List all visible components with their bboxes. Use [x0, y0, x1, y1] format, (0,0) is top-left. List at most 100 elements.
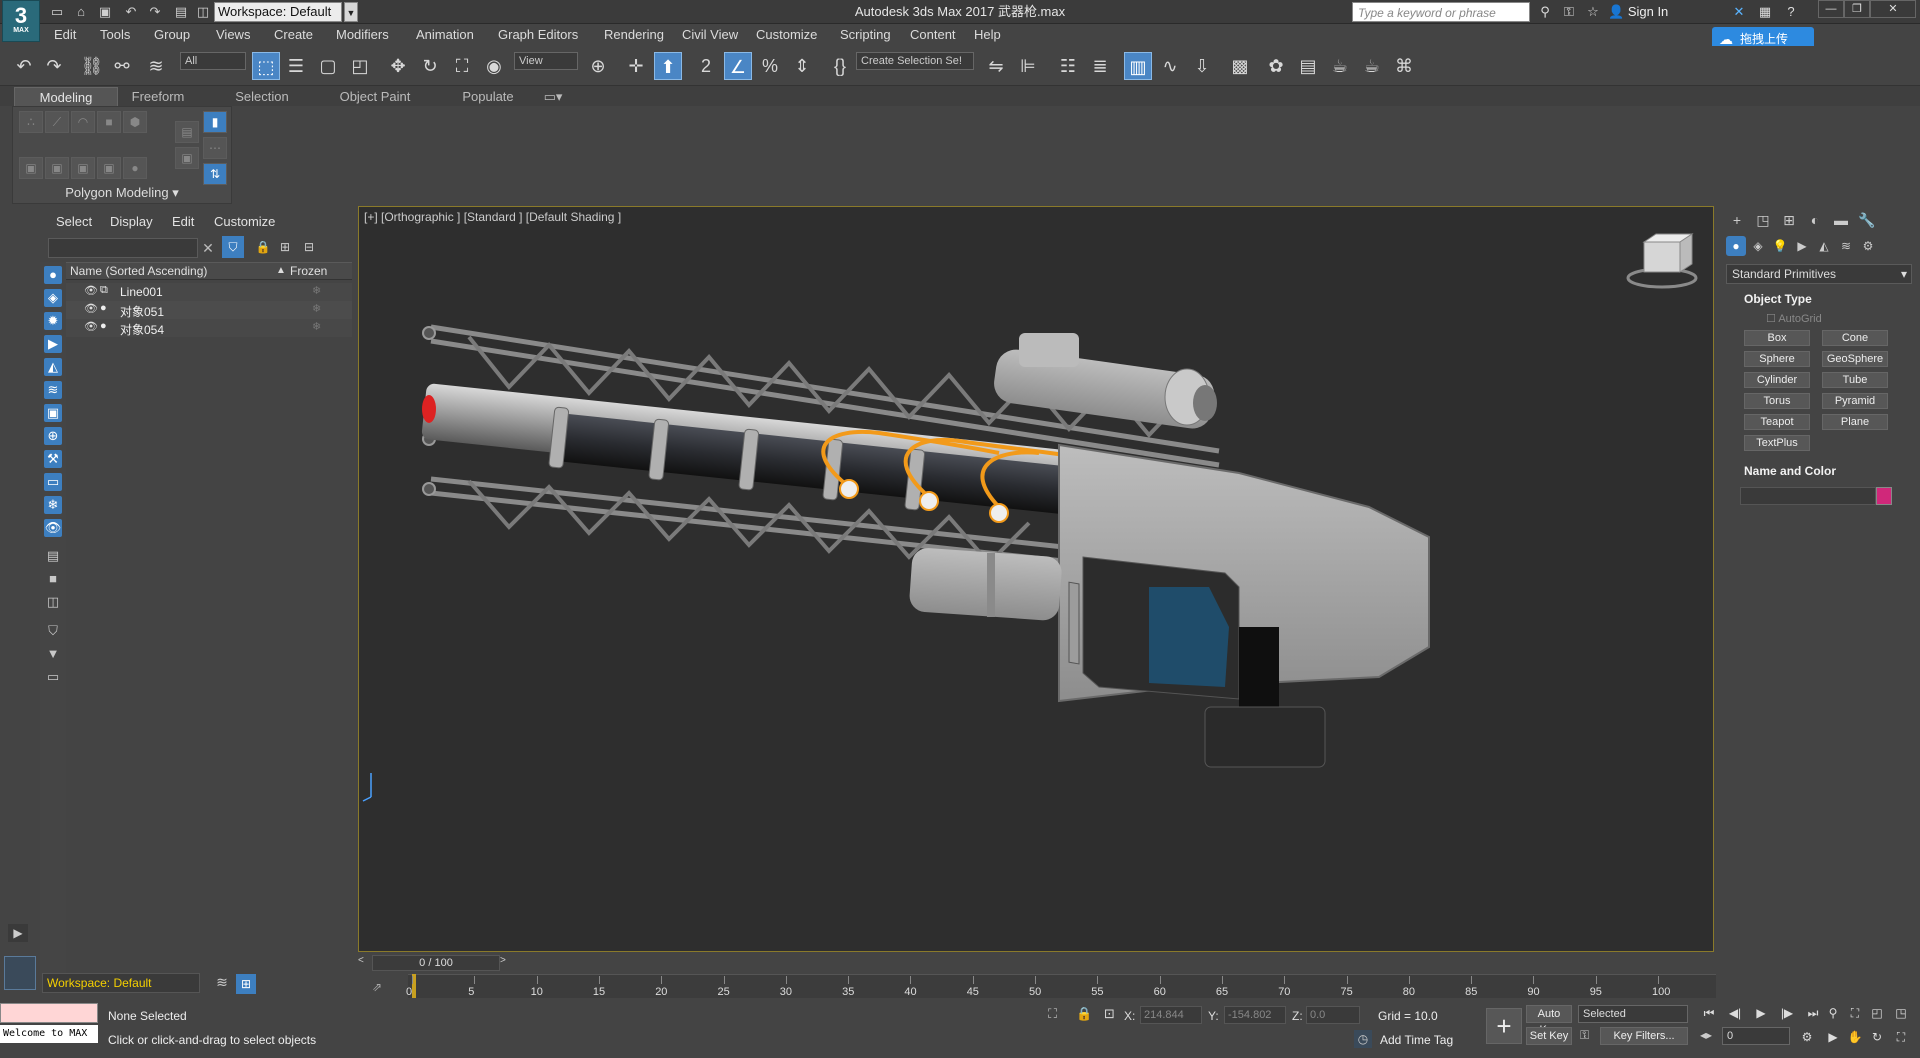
utilities-tab-icon[interactable]: 🔧: [1856, 210, 1878, 230]
chevron-down-icon[interactable]: ▼: [344, 2, 358, 22]
pin-stack-icon[interactable]: ▤: [175, 121, 199, 143]
binoculars-icon[interactable]: ⚲: [1536, 3, 1554, 21]
geosphere-button[interactable]: GeoSphere: [1822, 351, 1888, 367]
menu-group[interactable]: Group: [154, 27, 190, 42]
expand-arrow-icon[interactable]: ▶: [8, 924, 28, 942]
edit-poly-mode-icon[interactable]: ▮: [203, 111, 227, 133]
play-icon[interactable]: ▶: [1752, 1004, 1770, 1022]
ribbon-panel-label[interactable]: Polygon Modeling ▾: [12, 183, 232, 203]
redo-icon[interactable]: ↷: [146, 3, 164, 21]
display-tab-icon[interactable]: ▬: [1830, 210, 1852, 230]
named-selection-dropdown[interactable]: Create Selection Se!: [856, 52, 974, 70]
prev-frame-arrow-icon[interactable]: <: [358, 955, 370, 971]
time-tag-icon[interactable]: ◷: [1354, 1030, 1372, 1048]
motion-tab-icon[interactable]: ◐: [1804, 210, 1826, 230]
hierarchy-sort-icon[interactable]: ⊞: [236, 974, 256, 994]
modify-sel-icon-3[interactable]: ▣: [71, 157, 95, 179]
funnel-icon[interactable]: ▼: [44, 645, 62, 663]
auto-key-button[interactable]: Auto Key: [1526, 1005, 1572, 1036]
next-frame-arrow-icon[interactable]: >: [500, 955, 512, 971]
rotate-icon[interactable]: ↻: [416, 52, 444, 80]
current-frame-input[interactable]: 0: [1722, 1027, 1790, 1045]
modify-sel-icon-4[interactable]: ▣: [97, 157, 121, 179]
render-iterative-icon[interactable]: ☕: [1358, 52, 1386, 80]
close-button[interactable]: ✕: [1870, 0, 1916, 18]
hierarchy-collapse-icon[interactable]: ⊟: [298, 236, 320, 258]
rendered-frame-icon[interactable]: ▤: [1294, 52, 1322, 80]
ref-coord-dropdown[interactable]: View: [514, 52, 578, 70]
pyramid-button[interactable]: Pyramid: [1822, 393, 1888, 409]
isolate-icon[interactable]: ⛶: [1048, 1006, 1057, 1022]
sign-in-button[interactable]: 👤 Sign In: [1608, 3, 1688, 21]
select-object-icon[interactable]: ⬚: [252, 52, 280, 80]
zoom-extents-icon[interactable]: ◰: [1868, 1004, 1886, 1022]
layers-icon[interactable]: ≋: [212, 974, 232, 994]
pivot-center-icon[interactable]: ⊕: [584, 52, 612, 80]
tab-modeling[interactable]: Modeling: [14, 87, 118, 106]
menu-tools[interactable]: Tools: [100, 27, 130, 42]
curve-editor-mini-icon[interactable]: ⇗: [372, 980, 392, 994]
vertex-icon[interactable]: ∴: [19, 111, 43, 133]
object-name-input[interactable]: [1740, 487, 1876, 505]
field-of-view-icon[interactable]: ▶: [1824, 1028, 1842, 1046]
se-menu-customize[interactable]: Customize: [214, 214, 275, 229]
window-crossing-icon[interactable]: ◰: [346, 52, 374, 80]
modify-tab-icon[interactable]: ◳: [1752, 210, 1774, 230]
geometry-filter-icon[interactable]: ●: [44, 266, 62, 284]
tab-populate[interactable]: Populate: [448, 87, 528, 106]
pan-view-icon[interactable]: ✋: [1846, 1028, 1864, 1046]
lock-icon[interactable]: 🔒: [252, 236, 274, 258]
scene-search-input[interactable]: [48, 238, 198, 258]
spacewarps-icon[interactable]: ≋: [1836, 236, 1856, 256]
cylinder-button[interactable]: Cylinder: [1744, 372, 1810, 388]
show-end-result-icon[interactable]: ▣: [175, 147, 199, 169]
undo-icon[interactable]: ↶: [10, 52, 38, 80]
save-file-icon[interactable]: ▣: [96, 3, 114, 21]
help-icon[interactable]: ?: [1782, 3, 1800, 21]
spacewarp-filter-icon[interactable]: ≋: [44, 381, 62, 399]
tube-button[interactable]: Tube: [1822, 372, 1888, 388]
helpers-icon[interactable]: ◭: [1814, 236, 1834, 256]
menu-views[interactable]: Views: [216, 27, 250, 42]
selection-filter-dropdown[interactable]: All: [180, 52, 246, 70]
scale-icon[interactable]: ⛶: [448, 52, 476, 80]
viewcube[interactable]: [1624, 232, 1700, 292]
modify-sel-icon-5[interactable]: ●: [123, 157, 147, 179]
close-icon[interactable]: ✕: [198, 238, 218, 258]
angle-snap-icon[interactable]: ∠: [724, 52, 752, 80]
camera-filter-icon[interactable]: ▶: [44, 335, 62, 353]
create-tab-icon[interactable]: +: [1726, 210, 1748, 230]
placement-icon[interactable]: ◉: [480, 52, 508, 80]
undo-icon[interactable]: ↶: [122, 3, 140, 21]
zoom-all-icon[interactable]: ⛶: [1846, 1004, 1864, 1022]
toggle-command-mode-icon[interactable]: ⇅: [203, 163, 227, 185]
light-filter-icon[interactable]: ✹: [44, 312, 62, 330]
menu-animation[interactable]: Animation: [416, 27, 474, 42]
menu-create[interactable]: Create: [274, 27, 313, 42]
open-file-icon[interactable]: ⌂: [72, 3, 90, 21]
workspace-dropdown-bottom[interactable]: Workspace: Default: [42, 973, 200, 993]
align-icon[interactable]: ⊫: [1014, 52, 1042, 80]
se-menu-select[interactable]: Select: [56, 214, 92, 229]
x-coordinate-input[interactable]: 214.844: [1140, 1006, 1202, 1024]
search-input[interactable]: Type a keyword or phrase: [1352, 2, 1530, 22]
cart-icon[interactable]: ▦: [1756, 3, 1774, 21]
minimize-button[interactable]: —: [1818, 0, 1844, 18]
column-name[interactable]: Name (Sorted Ascending): [70, 262, 207, 280]
ribbon-options-icon[interactable]: ▭▾: [540, 87, 566, 106]
filter-icon[interactable]: ⛉: [222, 236, 244, 258]
torus-button[interactable]: Torus: [1744, 393, 1810, 409]
hidden-filter-icon[interactable]: 👁: [44, 519, 62, 537]
category-dropdown[interactable]: Standard Primitives ▾: [1726, 264, 1912, 284]
plane-button[interactable]: Plane: [1822, 414, 1888, 430]
viewport-label[interactable]: [+] [Orthographic ] [Standard ] [Default…: [364, 210, 621, 224]
keyboard-shortcut-override-icon[interactable]: ⬆: [654, 52, 682, 80]
xref-filter-icon[interactable]: ⊕: [44, 427, 62, 445]
maxscript-listener-input[interactable]: [0, 1003, 98, 1023]
snowflake-icon[interactable]: ❄: [312, 284, 321, 297]
exchange-icon[interactable]: ✕: [1730, 3, 1748, 21]
z-coordinate-input[interactable]: 0.0: [1306, 1006, 1360, 1024]
eye-icon[interactable]: 👁: [84, 302, 100, 315]
mirror-icon[interactable]: ⇋: [982, 52, 1010, 80]
spinner-snap-icon[interactable]: ⇕: [788, 52, 816, 80]
